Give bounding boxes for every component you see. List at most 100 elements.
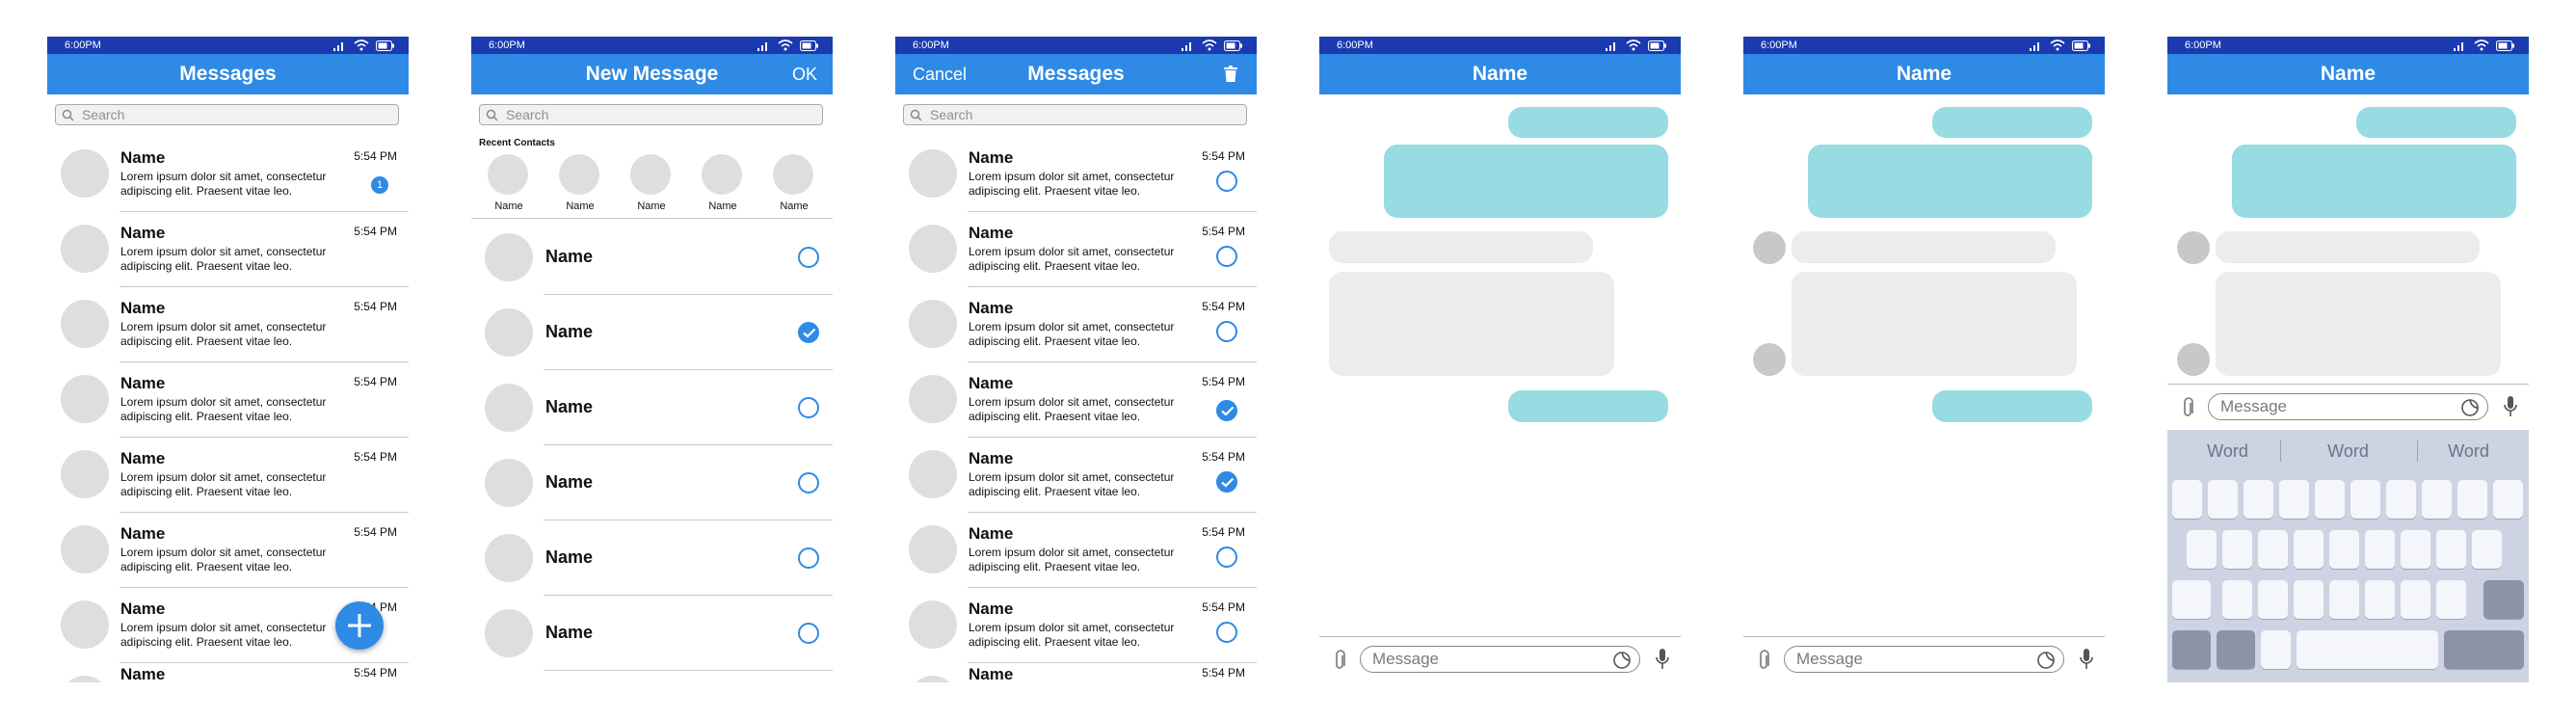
keyboard-key[interactable] — [2261, 630, 2291, 669]
select-radio[interactable] — [1216, 400, 1237, 421]
conversation-row[interactable]: Name Lorem ipsum dolor sit amet, consect… — [895, 513, 1257, 588]
keyboard-key[interactable] — [2401, 580, 2430, 619]
contact-row[interactable]: Name — [471, 370, 833, 445]
paperclip-icon[interactable] — [1757, 650, 1770, 671]
backspace-key[interactable] — [2483, 580, 2524, 619]
keyboard-key[interactable] — [2472, 530, 2502, 569]
select-radio[interactable] — [1216, 547, 1237, 568]
contact-row[interactable]: Name — [471, 520, 833, 596]
keyboard-key[interactable] — [2172, 480, 2202, 519]
message-snippet: Lorem ipsum dolor sit amet, consectetur … — [969, 245, 1175, 273]
contact-row[interactable]: Name — [471, 596, 833, 671]
keyboard-key[interactable] — [2294, 530, 2324, 569]
conversation-row[interactable]: Name Lorem ipsum dolor sit amet, consect… — [895, 588, 1257, 663]
numbers-key[interactable] — [2172, 630, 2211, 669]
keyboard-key[interactable] — [2329, 530, 2359, 569]
keyboard-key[interactable] — [2422, 480, 2452, 519]
conversation-row[interactable]: Name Lorem ipsum dolor sit amet, consect… — [895, 362, 1257, 438]
keyboard-key[interactable] — [2222, 530, 2252, 569]
select-radio[interactable] — [798, 322, 819, 343]
signal-icon — [1606, 41, 1615, 51]
paperclip-icon[interactable] — [2181, 397, 2194, 418]
contact-row[interactable]: Name — [471, 445, 833, 520]
recent-contact[interactable]: Name — [559, 154, 601, 212]
select-radio[interactable] — [1216, 622, 1237, 643]
sticker-icon[interactable] — [1612, 651, 1632, 670]
keyboard-key[interactable] — [2457, 480, 2487, 519]
microphone-icon[interactable] — [2503, 395, 2518, 418]
ok-button[interactable]: OK — [792, 54, 817, 94]
conversation-row[interactable]: Name Lorem ipsum dolor sit amet, consect… — [47, 212, 409, 287]
conversation-row[interactable]: Name Lorem ipsum dolor sit amet, consect… — [47, 137, 409, 212]
keyboard-key[interactable] — [2493, 480, 2523, 519]
message-input[interactable]: Message — [2208, 393, 2488, 420]
keyboard-key[interactable] — [2365, 580, 2395, 619]
recent-contact[interactable]: Name — [488, 154, 530, 212]
recent-contact[interactable]: Name — [773, 154, 815, 212]
message-snippet: Lorem ipsum dolor sit amet, consectetur … — [120, 395, 327, 423]
suggestion-word[interactable]: Word — [2167, 430, 2288, 472]
microphone-icon[interactable] — [2079, 648, 2094, 671]
keyboard-key[interactable] — [2244, 480, 2273, 519]
search-input[interactable]: Search — [55, 104, 399, 125]
keyboard-key[interactable] — [2294, 580, 2324, 619]
conversation-row[interactable]: Name Lorem ipsum dolor sit amet, consect… — [47, 287, 409, 362]
suggestion-word[interactable]: Word — [2408, 430, 2529, 472]
conversation-row[interactable]: Name Lorem ipsum dolor sit amet, consect… — [895, 287, 1257, 362]
wifi-icon — [354, 40, 369, 51]
conversation-row[interactable]: Name Lorem ipsum dolor sit amet, consect… — [47, 438, 409, 513]
search-placeholder: Search — [82, 107, 125, 122]
keyboard-key[interactable] — [2222, 580, 2252, 619]
suggestion-word[interactable]: Word — [2288, 430, 2408, 472]
keyboard-key[interactable] — [2386, 480, 2416, 519]
conversation-row[interactable]: Name Lorem ipsum dolor sit amet, consect… — [895, 137, 1257, 212]
message-time: 5:54 PM — [1202, 666, 1245, 680]
search-input[interactable]: Search — [479, 104, 823, 125]
keyboard-key[interactable] — [2350, 480, 2380, 519]
recent-contact[interactable]: Name — [630, 154, 673, 212]
select-radio[interactable] — [798, 623, 819, 644]
keyboard-key[interactable] — [2208, 480, 2238, 519]
keyboard-key[interactable] — [2436, 530, 2466, 569]
conversation-row[interactable]: Name Lorem ipsum dolor sit amet, consect… — [895, 212, 1257, 287]
search-input[interactable]: Search — [903, 104, 1247, 125]
conversation-row[interactable]: Name 5:54 PM — [895, 663, 1257, 682]
select-radio[interactable] — [798, 472, 819, 493]
space-key[interactable] — [2297, 630, 2438, 669]
select-radio[interactable] — [798, 247, 819, 268]
keyboard-key[interactable] — [2401, 530, 2430, 569]
keyboard-key[interactable] — [2329, 580, 2359, 619]
shift-key[interactable] — [2172, 580, 2211, 619]
select-radio[interactable] — [798, 547, 819, 569]
battery-icon — [1224, 40, 1242, 51]
contact-row[interactable]: Name — [471, 295, 833, 370]
keyboard-key[interactable] — [2279, 480, 2309, 519]
sticker-icon[interactable] — [2036, 651, 2056, 670]
keyboard-key[interactable] — [2436, 580, 2466, 619]
keyboard-key[interactable] — [2258, 530, 2288, 569]
conversation-row[interactable]: Name Lorem ipsum dolor sit amet, consect… — [895, 438, 1257, 513]
select-radio[interactable] — [798, 397, 819, 418]
sticker-icon[interactable] — [2460, 398, 2480, 417]
contact-row[interactable]: Name — [471, 220, 833, 295]
keyboard-key[interactable] — [2258, 580, 2288, 619]
select-radio[interactable] — [1216, 321, 1237, 342]
new-message-button[interactable] — [335, 601, 384, 650]
paperclip-icon[interactable] — [1333, 650, 1346, 671]
return-key[interactable] — [2444, 630, 2524, 669]
keyboard-key[interactable] — [2315, 480, 2345, 519]
recent-contact[interactable]: Name — [702, 154, 744, 212]
emoji-key[interactable] — [2217, 630, 2255, 669]
keyboard-key[interactable] — [2187, 530, 2217, 569]
conversation-row[interactable]: Name Lorem ipsum dolor sit amet, consect… — [47, 513, 409, 588]
message-input[interactable]: Message — [1784, 646, 2064, 673]
select-radio[interactable] — [1216, 171, 1237, 192]
select-radio[interactable] — [1216, 246, 1237, 267]
conversation-row[interactable]: Name 5:54 PM — [47, 663, 409, 682]
select-radio[interactable] — [1216, 471, 1237, 493]
trash-icon[interactable] — [1224, 66, 1237, 82]
message-input[interactable]: Message — [1360, 646, 1640, 673]
microphone-icon[interactable] — [1655, 648, 1670, 671]
conversation-row[interactable]: Name Lorem ipsum dolor sit amet, consect… — [47, 362, 409, 438]
keyboard-key[interactable] — [2365, 530, 2395, 569]
